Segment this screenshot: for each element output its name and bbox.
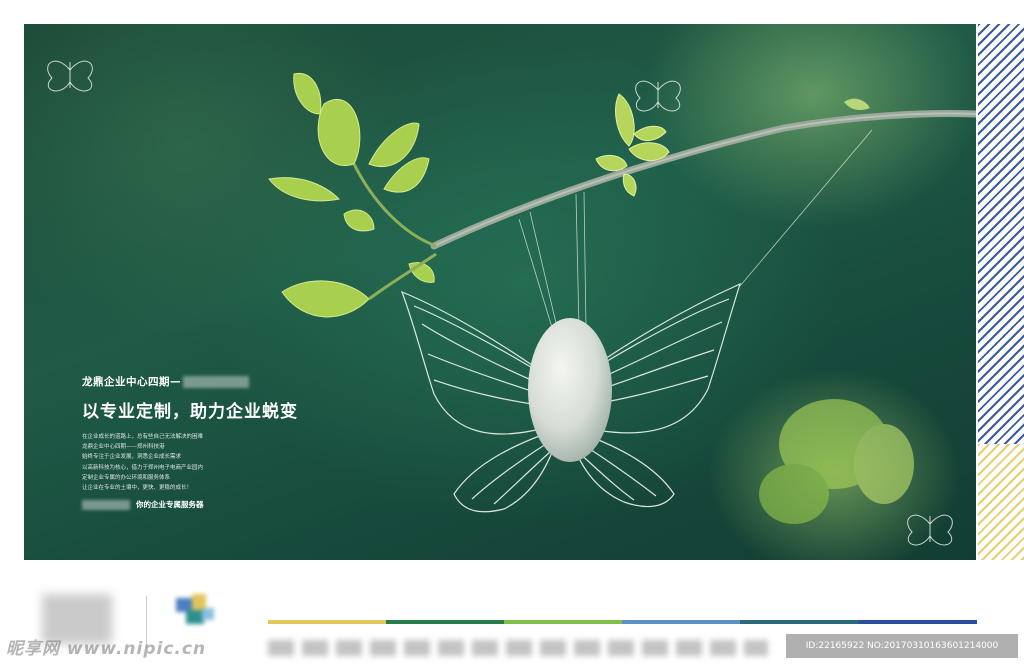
footer-color-bar bbox=[504, 620, 623, 624]
poster-headline: 以专业定制，助力企业蜕变 bbox=[82, 402, 298, 422]
body-line: 定制企业专属的办公环境和服务体系 bbox=[82, 474, 171, 481]
watermark-right: ID:22165922 NO:20170310163601214000 bbox=[786, 634, 1018, 658]
footer-color-bar bbox=[386, 620, 505, 624]
footer-color-bar bbox=[268, 620, 387, 624]
leaf-sprig bbox=[268, 72, 435, 318]
watermark-left: 昵享网 www.nipic.cn bbox=[6, 639, 207, 659]
stripe-panel-blue bbox=[978, 24, 1024, 444]
blurred-brand bbox=[82, 499, 130, 510]
poster-copy: 龙鼎企业中心四期— 以专业定制，助力企业蜕变 在企业成长的道路上，总有些自己无法… bbox=[82, 374, 298, 510]
body-line: 始终专注于企业发展，洞悉企业成长需求 bbox=[82, 454, 182, 461]
overline-text: 龙鼎企业中心四期— bbox=[82, 376, 181, 388]
poster-overline: 龙鼎企业中心四期— bbox=[82, 374, 298, 389]
footer-color-bar bbox=[740, 620, 859, 624]
blurred-footer-text bbox=[268, 640, 768, 656]
blurred-name bbox=[183, 375, 249, 388]
brand-mark bbox=[172, 592, 218, 630]
poster-tagline: 你的企业专属服务器 bbox=[82, 499, 298, 510]
footer-color-bar bbox=[858, 620, 977, 624]
body-line: 龙鼎企业中心四期——郑州科技港 bbox=[82, 444, 165, 451]
cocoon bbox=[528, 318, 612, 462]
poster-body: 在企业成长的道路上，总有些自己无法解决的困难 龙鼎企业中心四期——郑州科技港 始… bbox=[82, 432, 298, 493]
body-line: 在企业成长的道路上，总有些自己无法解决的困难 bbox=[82, 434, 204, 440]
tagline-text: 你的企业专属服务器 bbox=[136, 500, 204, 510]
hero-image: 龙鼎企业中心四期— 以专业定制，助力企业蜕变 在企业成长的道路上，总有些自己无法… bbox=[24, 24, 976, 560]
body-line: 让企业在专业的土壤中，更快、更稳的成长！ bbox=[82, 485, 193, 492]
footer-color-bar bbox=[622, 620, 741, 624]
stripe-panel-yellow bbox=[978, 444, 1024, 560]
body-line: 以高新科技为核心，借力于郑州电子电商产业园内 bbox=[82, 464, 204, 471]
